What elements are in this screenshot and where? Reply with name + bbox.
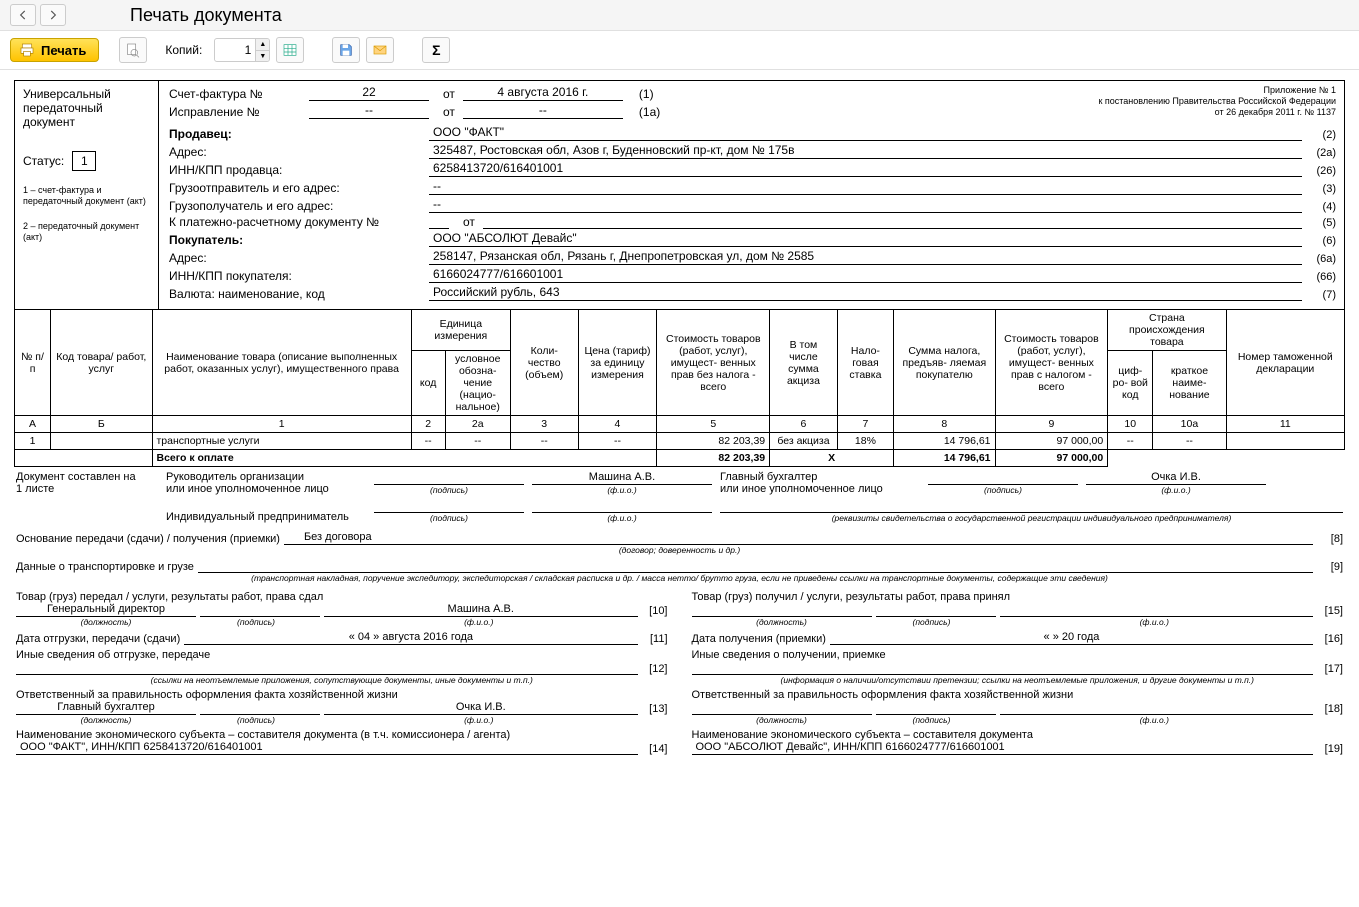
- sigma-icon: Σ: [432, 42, 440, 58]
- back-button[interactable]: [10, 4, 36, 26]
- table-icon: [282, 42, 298, 58]
- status-label: Статус:: [23, 154, 64, 168]
- copies-up[interactable]: ▲: [255, 39, 269, 50]
- printer-icon: [19, 42, 35, 58]
- appendix-note: Приложение № 1 к постановлению Правитель…: [1098, 85, 1336, 118]
- copies-label: Копий:: [165, 43, 202, 57]
- left-stub: Универсальный передаточный документ Стат…: [14, 80, 159, 309]
- status-value: 1: [72, 151, 96, 171]
- table-button[interactable]: [276, 37, 304, 63]
- copies-spinner[interactable]: ▲▼: [214, 38, 270, 62]
- save-icon: [338, 42, 354, 58]
- header-block: Приложение № 1 к постановлению Правитель…: [159, 80, 1345, 309]
- email-button[interactable]: [366, 37, 394, 63]
- preview-icon: [125, 42, 141, 58]
- preview-button[interactable]: [119, 37, 147, 63]
- table-row: 1 транспортные услуги ---- ---- 82 203,3…: [15, 433, 1345, 450]
- sum-button[interactable]: Σ: [422, 37, 450, 63]
- copies-input[interactable]: [215, 40, 255, 60]
- forward-button[interactable]: [40, 4, 66, 26]
- email-icon: [372, 42, 388, 58]
- page-title: Печать документа: [130, 5, 282, 26]
- items-table: № п/п Код товара/ работ, услуг Наименова…: [14, 309, 1345, 467]
- print-button[interactable]: Печать: [10, 38, 99, 62]
- copies-down[interactable]: ▼: [255, 50, 269, 61]
- save-button[interactable]: [332, 37, 360, 63]
